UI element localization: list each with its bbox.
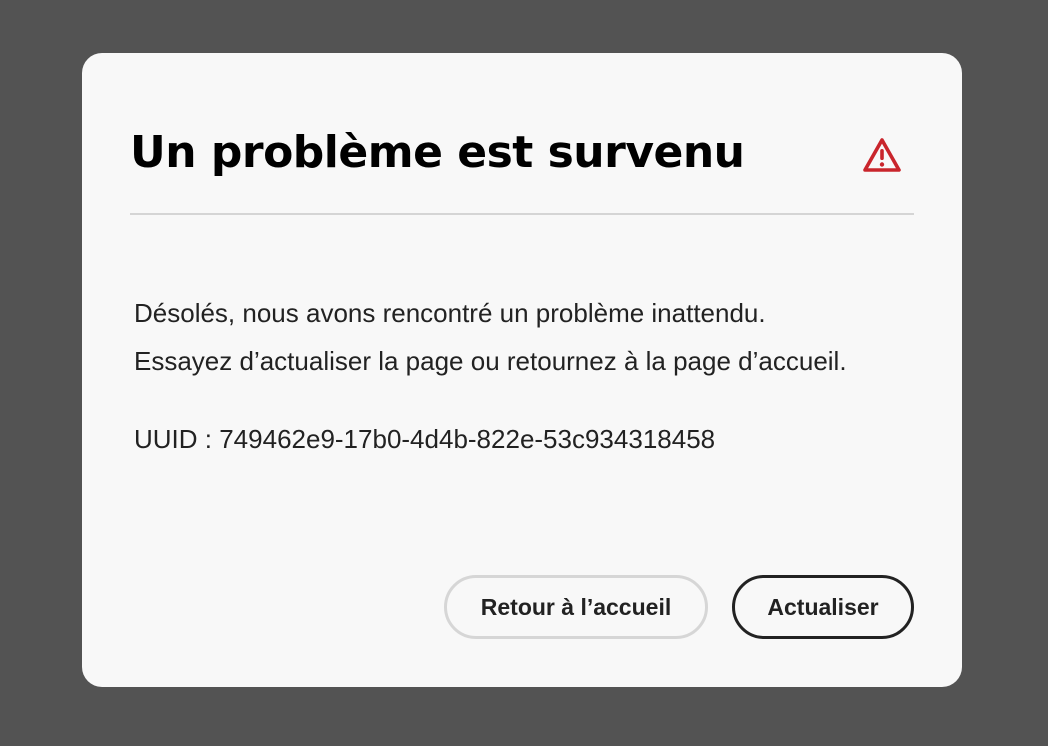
back-to-home-button[interactable]: Retour à l’accueil [444, 575, 708, 639]
dialog-header: Un problème est survenu [130, 123, 914, 215]
warning-triangle-icon [862, 137, 902, 173]
error-message: Désolés, nous avons rencontré un problèm… [134, 289, 934, 385]
error-message-line-1: Désolés, nous avons rencontré un problèm… [134, 298, 766, 328]
header-divider [130, 213, 914, 215]
error-dialog: Un problème est survenu Désolés, nous av… [82, 53, 962, 687]
error-uuid: UUID : 749462e9-17b0-4d4b-822e-53c934318… [134, 424, 716, 454]
dialog-title: Un problème est survenu [130, 127, 745, 178]
error-message-line-2: Essayez d’actualiser la page ou retourne… [134, 346, 847, 376]
refresh-button[interactable]: Actualiser [732, 575, 914, 639]
